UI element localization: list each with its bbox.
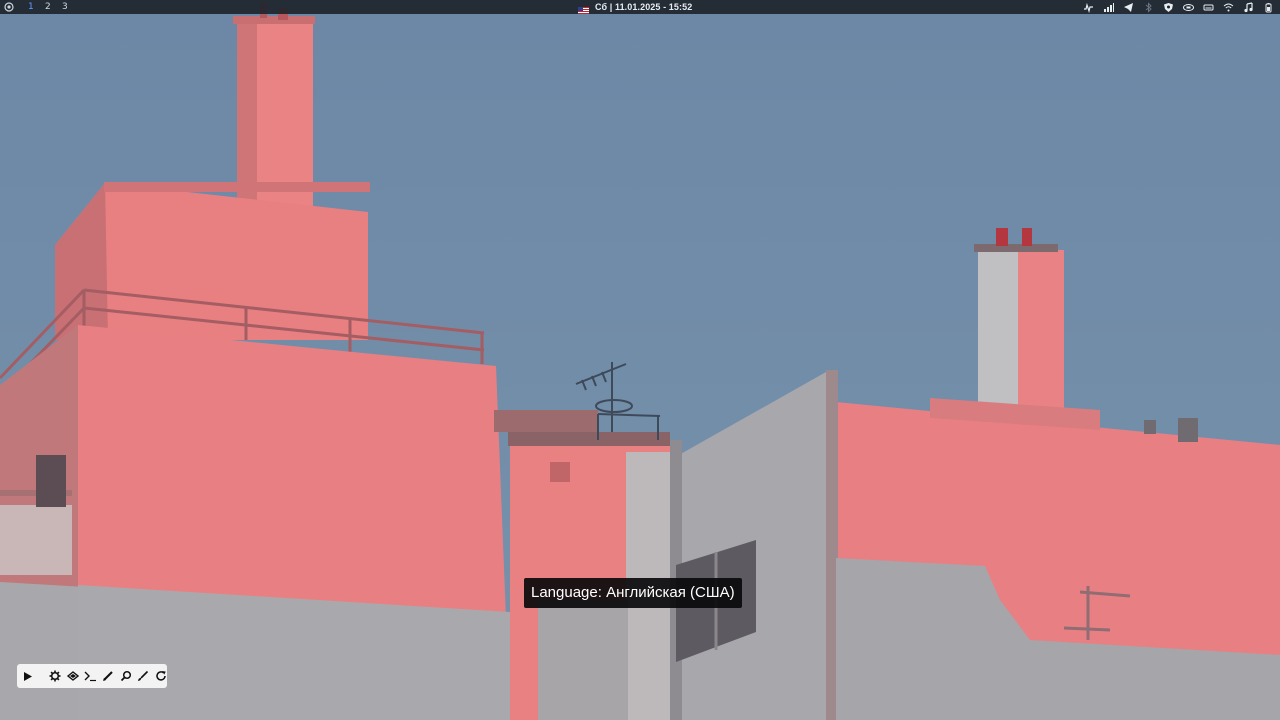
workspace-2[interactable]: 2 (45, 0, 62, 14)
bluetooth-icon[interactable] (1143, 1, 1154, 13)
clock-area[interactable]: Сб | 11.01.2025 - 15:52 (578, 0, 692, 14)
telegram-icon[interactable] (1123, 2, 1134, 13)
cpu-chip-icon[interactable] (1183, 2, 1194, 13)
brush-icon[interactable] (137, 670, 149, 683)
play-icon[interactable] (21, 670, 33, 683)
date-time[interactable]: Сб | 11.01.2025 - 15:52 (595, 0, 692, 14)
signal-bars-icon[interactable] (1103, 2, 1114, 13)
wifi-icon[interactable] (1223, 2, 1234, 13)
toolbox-icon[interactable] (66, 670, 79, 683)
shield-icon[interactable] (1163, 2, 1174, 13)
battery-icon[interactable] (1263, 2, 1274, 13)
gear-icon[interactable] (49, 670, 61, 683)
us-flag-icon[interactable] (578, 4, 589, 14)
workspace-3[interactable]: 3 (62, 0, 79, 14)
workspace-switcher: 1 2 3 (4, 0, 79, 14)
music-note-icon[interactable] (1243, 1, 1254, 13)
quick-toolbar (17, 664, 167, 688)
app-launcher-icon[interactable] (4, 2, 14, 12)
terminal-icon[interactable] (84, 670, 97, 683)
search-icon[interactable] (120, 670, 132, 683)
workspace-1[interactable]: 1 (28, 0, 45, 14)
pulse-icon[interactable] (1083, 2, 1094, 13)
disk-icon[interactable] (1203, 2, 1214, 13)
desktop: 1 2 3 Сб | 11.01.2025 - 15:52 Language: … (0, 0, 1280, 720)
refresh-icon[interactable] (155, 670, 167, 683)
top-panel: 1 2 3 Сб | 11.01.2025 - 15:52 (0, 0, 1280, 14)
wallpaper (0, 0, 1280, 720)
pen-icon[interactable] (102, 670, 114, 683)
system-tray (1083, 0, 1274, 14)
language-tooltip: Language: Английская (США) (524, 578, 742, 608)
